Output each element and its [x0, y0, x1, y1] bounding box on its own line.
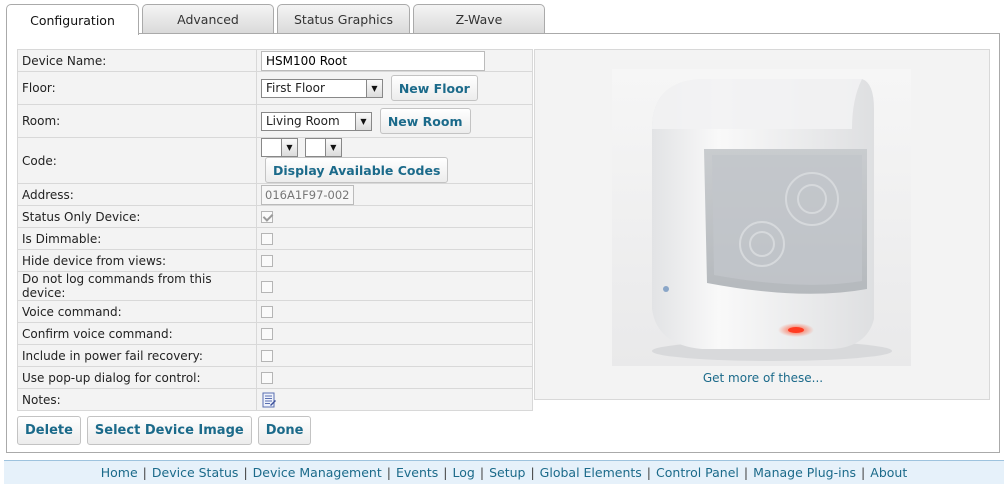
device-name-label: Device Name:	[17, 49, 257, 72]
device-image	[612, 69, 911, 366]
footer-link-control-panel[interactable]: Control Panel	[656, 465, 739, 480]
select-device-image-button[interactable]: Select Device Image	[86, 416, 252, 445]
code-select-unit[interactable]: ▼	[304, 138, 342, 157]
power-fail-checkbox[interactable]	[261, 350, 273, 362]
voice-command-checkbox[interactable]	[261, 306, 273, 318]
footer-link-log[interactable]: Log	[453, 465, 475, 480]
configuration-panel: Device Name: Floor: First Floor ▼ New Fl…	[6, 33, 1000, 453]
no-log-checkbox[interactable]	[261, 280, 273, 293]
display-available-codes-button[interactable]: Display Available Codes	[265, 157, 449, 183]
tab-status-graphics[interactable]: Status Graphics	[277, 4, 410, 34]
confirm-voice-checkbox[interactable]	[261, 328, 273, 340]
new-floor-button[interactable]: New Floor	[390, 75, 478, 101]
footer-link-device-management[interactable]: Device Management	[253, 465, 382, 480]
dropdown-arrow-icon: ▼	[355, 112, 371, 130]
popup-dialog-label: Use pop-up dialog for control:	[17, 366, 257, 389]
room-select-value: Living Room	[266, 114, 340, 128]
address-label: Address:	[17, 183, 257, 206]
footer-link-home[interactable]: Home	[101, 465, 138, 480]
power-fail-label: Include in power fail recovery:	[17, 344, 257, 367]
tab-z-wave[interactable]: Z-Wave	[413, 4, 545, 34]
config-table: Device Name: Floor: First Floor ▼ New Fl…	[17, 49, 533, 411]
hide-from-views-label: Hide device from views:	[17, 249, 257, 272]
tab-configuration[interactable]: Configuration	[6, 4, 139, 35]
dropdown-arrow-icon: ▼	[324, 139, 341, 156]
footer-link-manage-plug-ins[interactable]: Manage Plug-ins	[753, 465, 856, 480]
action-buttons: Delete Select Device Image Done	[17, 416, 312, 445]
footer-link-setup[interactable]: Setup	[489, 465, 525, 480]
code-label: Code:	[17, 137, 257, 184]
popup-dialog-checkbox[interactable]	[261, 372, 273, 384]
delete-button[interactable]: Delete	[17, 416, 81, 445]
confirm-voice-label: Confirm voice command:	[17, 322, 257, 345]
floor-label: Floor:	[17, 71, 257, 105]
room-select[interactable]: Living Room ▼	[261, 111, 372, 131]
device-name-input[interactable]	[261, 50, 485, 71]
voice-command-label: Voice command:	[17, 300, 257, 323]
new-room-button[interactable]: New Room	[379, 108, 471, 134]
address-input	[261, 184, 354, 205]
dimmable-checkbox[interactable]	[261, 233, 273, 245]
dropdown-arrow-icon: ▼	[281, 139, 297, 156]
footer-nav: Home | Device Status | Device Management | …	[4, 460, 1004, 484]
done-button[interactable]: Done	[257, 416, 312, 445]
footer-link-device-status[interactable]: Device Status	[152, 465, 239, 480]
notes-label: Notes:	[17, 388, 257, 411]
tab-advanced[interactable]: Advanced	[142, 4, 274, 34]
no-log-label: Do not log commands from this device:	[17, 271, 257, 301]
dimmable-label: Is Dimmable:	[17, 227, 257, 250]
room-label: Room:	[17, 104, 257, 138]
status-only-checkbox[interactable]	[261, 211, 273, 223]
get-more-link[interactable]: Get more of these...	[535, 371, 991, 385]
status-only-label: Status Only Device:	[17, 205, 257, 228]
notes-icon[interactable]	[261, 392, 277, 408]
device-image-panel: Get more of these...	[534, 49, 990, 400]
code-select-house[interactable]: ▼	[261, 138, 298, 157]
floor-select[interactable]: First Floor ▼	[261, 78, 383, 98]
hide-from-views-checkbox[interactable]	[261, 255, 273, 267]
dropdown-arrow-icon: ▼	[366, 79, 382, 97]
floor-select-value: First Floor	[266, 81, 325, 95]
footer-link-global-elements[interactable]: Global Elements	[540, 465, 642, 480]
footer-link-about[interactable]: About	[870, 465, 907, 480]
footer-link-events[interactable]: Events	[396, 465, 438, 480]
tab-bar: Configuration Advanced Status Graphics Z…	[6, 4, 545, 35]
